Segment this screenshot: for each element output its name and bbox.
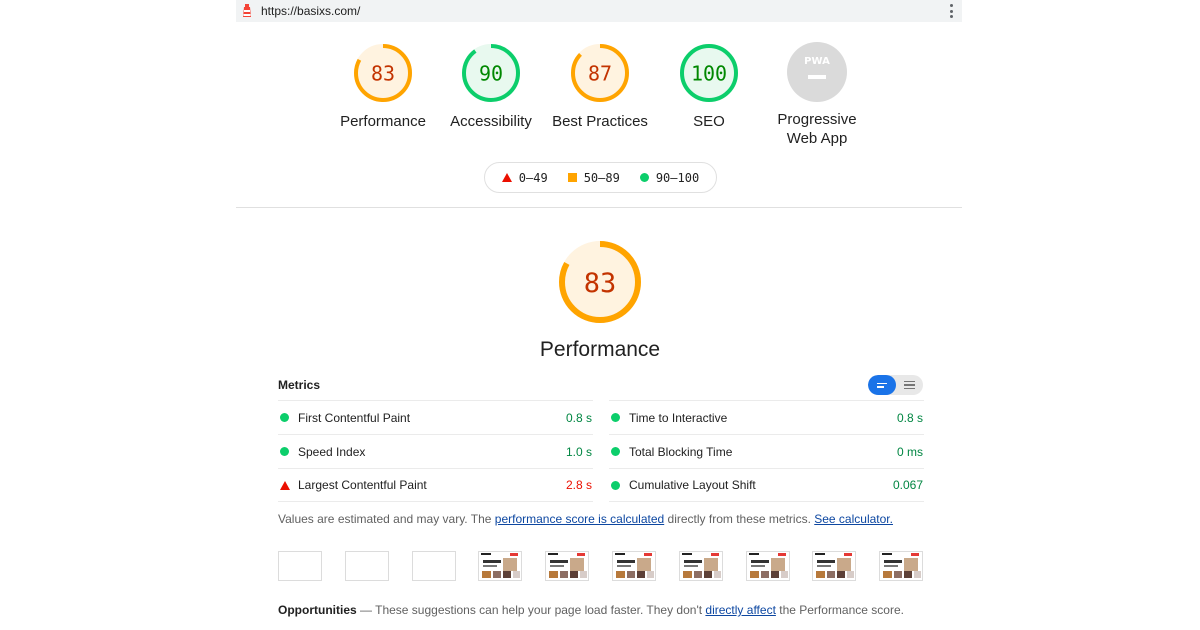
pwa-icon: PWA [787,42,847,102]
filmstrip-frame [545,551,590,581]
lighthouse-icon [243,4,251,17]
filmstrip-frame [678,551,723,581]
filmstrip-frame [879,551,924,581]
compact-view-icon[interactable] [868,375,896,395]
metrics-header: Metrics [278,378,321,392]
gauge-score: 90 [479,62,503,86]
metric-value: 1.0 s [565,444,592,459]
pwa-label-line2: Web App [786,130,848,147]
metrics-view-toggle[interactable] [868,375,923,395]
gauge-pwa[interactable]: PWA Progressive Web App [747,42,887,148]
metric-value: 0.067 [892,478,923,492]
page-url: https://basixs.com/ [261,4,361,18]
pass-circle-icon [611,413,620,422]
see-calculator-link[interactable]: See calculator. [814,512,893,526]
filmstrip-frame [478,551,523,581]
expanded-view-icon[interactable] [896,375,923,395]
filmstrip-frame [812,551,857,581]
pass-circle-icon [611,447,620,456]
opportunities-header: Opportunities — These suggestions can he… [278,603,904,617]
pass-circle-icon [639,173,649,182]
metric-value: 0.8 s [896,410,923,425]
filmstrip-frame [344,551,389,581]
section-divider [236,207,962,208]
metrics-column-right: Time to Interactive 0.8 s Total Blocking T… [609,400,924,502]
gauge-ring: 87 [571,44,629,102]
metric-name: Time to Interactive [629,410,728,425]
big-gauge-score: 83 [584,268,617,299]
filmstrip-frame [612,551,656,581]
metric-name: Cumulative Layout Shift [629,478,756,492]
metric-row: Cumulative Layout Shift 0.067 [609,468,924,502]
score-legend: 0–49 50–89 90–100 [484,162,717,193]
pass-circle-icon [611,480,620,490]
performance-gauge-large: 83 [540,240,660,324]
legend-pass: 90–100 [639,171,699,185]
fail-triangle-icon [501,173,512,182]
performance-title: Performance [539,338,661,361]
url-bar: https://basixs.com/ [236,0,962,22]
metric-row: Speed Index 1.0 s [278,434,593,468]
metric-row: Largest Contentful Paint 2.8 s [278,468,593,502]
more-options-icon[interactable] [950,4,954,18]
metric-row: Total Blocking Time 0 ms [609,434,924,468]
gauge-ring: 90 [462,44,520,102]
metrics-note: Values are estimated and may vary. The p… [278,512,893,526]
metric-name: Speed Index [298,444,366,459]
metric-value: 2.8 s [565,478,592,492]
metrics-column-left: First Contentful Paint 0.8 s Speed Index 1.… [278,400,593,502]
gauge-score: 100 [691,62,727,86]
gauge-ring: 100 [680,44,738,102]
filmstrip-frame [278,551,322,581]
metric-value: 0.8 s [565,410,592,425]
legend-average: 50–89 [567,171,620,185]
gauge-score: 83 [371,62,395,86]
metric-name: Total Blocking Time [629,444,733,459]
gauge-ring: 83 [354,44,412,102]
metric-row: First Contentful Paint 0.8 s [278,400,593,434]
score-calculated-link[interactable]: performance score is calculated [495,512,664,526]
opportunities-title: Opportunities [278,603,357,617]
filmstrip-frame [745,551,790,581]
directly-affect-link[interactable]: directly affect [705,603,775,617]
pass-circle-icon [280,447,289,456]
metric-name: First Contentful Paint [298,410,411,425]
fail-triangle-icon [279,480,290,490]
metric-value: 0 ms [896,444,923,459]
filmstrip-frame [411,551,456,581]
metric-row: Time to Interactive 0.8 s [609,400,924,434]
legend-fail: 0–49 [501,171,548,185]
svg-text:PWA: PWA [804,56,830,67]
average-square-icon [567,173,577,182]
pwa-label-line1: Progressive [777,111,857,128]
pass-circle-icon [280,413,289,422]
gauge-score: 87 [588,62,612,86]
metric-name: Largest Contentful Paint [298,478,427,492]
